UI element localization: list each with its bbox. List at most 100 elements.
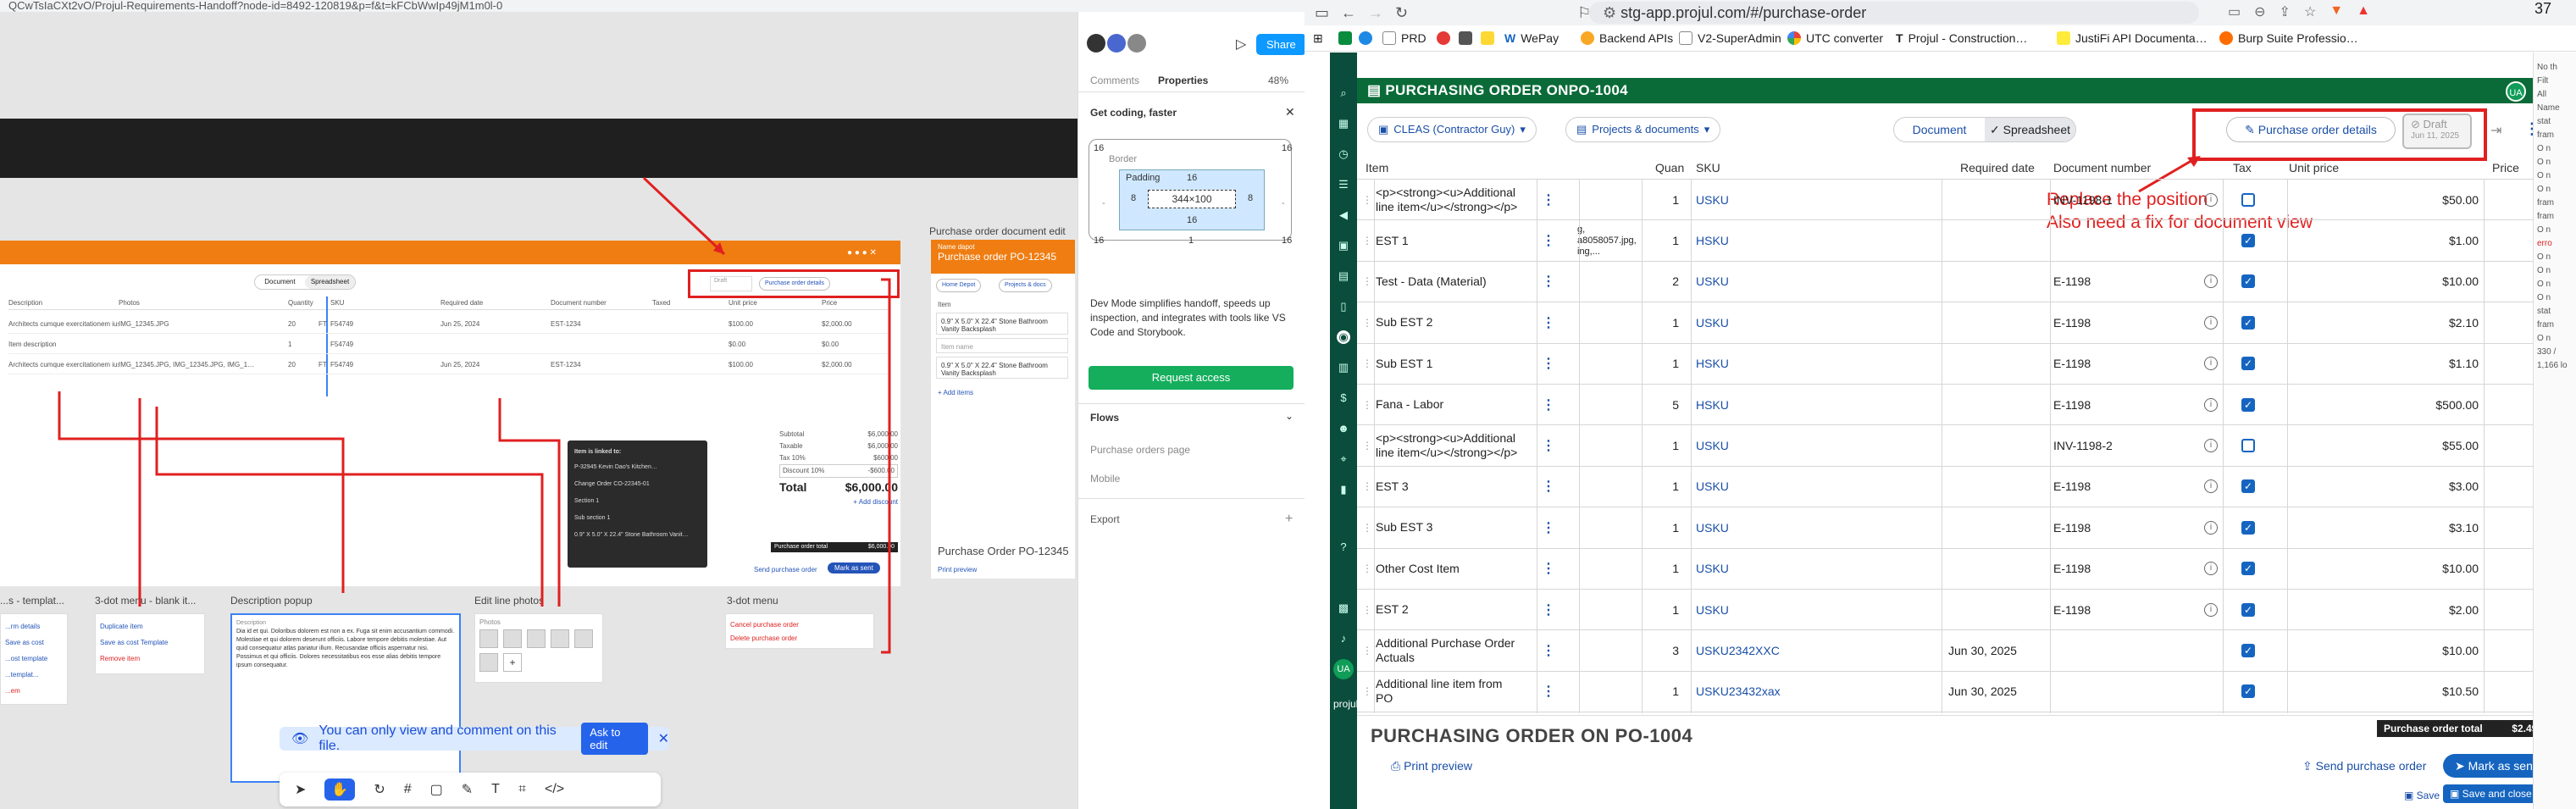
projects-documents-select[interactable]: ▤ Projects & documents ▾	[1565, 117, 1721, 142]
side-list-item[interactable]: fram	[2537, 197, 2568, 210]
item-document-number[interactable]	[2053, 672, 2197, 712]
col-document-number[interactable]: Document number	[2053, 161, 2151, 175]
bookmark-justifi[interactable]: JustiFi API Documenta…	[2057, 31, 2208, 45]
item-photos[interactable]	[1577, 549, 1645, 589]
item-unit-price[interactable]: $50.00	[2297, 180, 2479, 219]
item-unit-price[interactable]: $10.00	[2297, 630, 2479, 670]
info-icon[interactable]: i	[2204, 562, 2218, 576]
item-name[interactable]: <p><strong><u>Additional line item</u></…	[1376, 180, 1518, 219]
item-name[interactable]: Sub EST 1	[1376, 344, 1518, 384]
item-document-number[interactable]	[2053, 630, 2197, 670]
item-document-number[interactable]: E-1198	[2053, 344, 2197, 384]
map-icon[interactable]: ⌖	[1337, 452, 1350, 466]
item-document-number[interactable]: E-1198	[2053, 467, 2197, 507]
close-icon[interactable]: ✕	[1285, 105, 1295, 119]
pen-tool-icon[interactable]: ✎	[462, 781, 473, 798]
tax-checkbox[interactable]: ✓	[2241, 520, 2255, 535]
item-name[interactable]: Sub EST 2	[1376, 302, 1518, 342]
item-required-date[interactable]	[1948, 467, 2041, 507]
bookmark-projul[interactable]: T Projul - Construction…	[1896, 31, 2027, 45]
item-photos[interactable]	[1577, 344, 1645, 384]
brave-icon[interactable]: ▼	[2329, 3, 2343, 20]
bookmark-backend[interactable]: Backend APIs	[1581, 31, 1673, 45]
drag-handle-icon[interactable]: ⋮⋮	[1362, 385, 1372, 424]
side-list-item[interactable]: erro	[2537, 237, 2568, 251]
col-required-date[interactable]: Required date	[1960, 161, 2035, 175]
info-icon[interactable]: i	[2204, 479, 2218, 494]
close-icon[interactable]: ✕	[658, 730, 669, 747]
item-sku[interactable]: USKU	[1696, 507, 1916, 547]
drag-handle-icon[interactable]: ⋮⋮	[1362, 467, 1372, 507]
side-list-item[interactable]: fram	[2537, 210, 2568, 224]
item-document-number[interactable]: E-1198	[2053, 549, 2197, 589]
item-unit-price[interactable]: $10.00	[2297, 262, 2479, 302]
item-photos[interactable]	[1577, 425, 1645, 465]
info-icon[interactable]: i	[2204, 439, 2218, 453]
item-unit-price[interactable]: $10.50	[2297, 672, 2479, 712]
col-price[interactable]: Price	[2492, 161, 2519, 175]
item-document-number[interactable]: E-1198	[2053, 302, 2197, 342]
tax-checkbox[interactable]: ✓	[2241, 397, 2255, 412]
bookmark-wepay[interactable]: W WePay	[1504, 31, 1559, 45]
info-icon[interactable]: i	[2204, 397, 2218, 412]
side-list-item[interactable]: 1,166 lo	[2537, 359, 2568, 373]
bookmark-favicon[interactable]	[1338, 31, 1352, 45]
tab-properties[interactable]: Properties	[1158, 75, 1208, 86]
send-po-button[interactable]: ⇪ Send purchase order	[2302, 759, 2426, 773]
url-bar[interactable]: ⚙ stg-app.projul.com/#/purchase-order	[1589, 2, 2199, 24]
item-quantity[interactable]: 3	[1645, 630, 1679, 670]
side-list-item[interactable]: O n	[2537, 183, 2568, 197]
save-close-button[interactable]: ▣ Save and close	[2443, 784, 2539, 803]
item-name[interactable]: Sub EST 3	[1376, 507, 1518, 547]
item-required-date[interactable]	[1948, 549, 2041, 589]
row-menu-icon[interactable]: ⋮	[1542, 672, 1554, 712]
item-sku[interactable]: USKU	[1696, 425, 1916, 465]
status-badge[interactable]: ⊘ Draft Jun 11, 2025	[2402, 114, 2472, 149]
row-menu-icon[interactable]: ⋮	[1542, 220, 1554, 260]
row-menu-icon[interactable]: ⋮	[1542, 425, 1554, 465]
item-sku[interactable]: USKU	[1696, 590, 1916, 629]
item-name[interactable]: Additional line item from PO	[1376, 672, 1518, 712]
row-menu-icon[interactable]: ⋮	[1542, 302, 1554, 342]
bell-icon[interactable]: ♪	[1337, 632, 1350, 646]
item-document-number[interactable]: E-1198	[2053, 507, 2197, 547]
col-tax[interactable]: Tax	[2233, 161, 2252, 175]
cast-icon[interactable]: ▭	[2228, 3, 2241, 20]
row-menu-icon[interactable]: ⋮	[1542, 467, 1554, 507]
item-required-date[interactable]	[1948, 180, 2041, 219]
megaphone-icon[interactable]: ◀	[1337, 208, 1350, 222]
info-icon[interactable]: i	[2204, 602, 2218, 617]
item-quantity[interactable]: 1	[1645, 590, 1679, 629]
item-name[interactable]: <p><strong><u>Additional line item</u></…	[1376, 425, 1518, 465]
play-icon[interactable]: ▷	[1236, 36, 1246, 53]
comment-tool-icon[interactable]: ↻	[374, 781, 385, 798]
share-button[interactable]: Share	[1256, 34, 1305, 55]
users-icon[interactable]: ☻	[1337, 422, 1350, 435]
apps-icon[interactable]: ⊞	[1313, 31, 1323, 46]
drag-handle-icon[interactable]: ⋮⋮	[1362, 302, 1372, 342]
move-tool-icon[interactable]: ➤	[295, 781, 306, 798]
item-document-number[interactable]: E-1198	[2053, 385, 2197, 424]
plus-icon[interactable]: +	[1285, 512, 1293, 527]
item-document-number[interactable]	[2053, 220, 2197, 260]
purchase-order-details-button[interactable]: ✎ Purchase order details	[2226, 117, 2396, 142]
chevron-down-icon[interactable]: ⌄	[1285, 410, 1294, 422]
row-menu-icon[interactable]: ⋮	[1542, 507, 1554, 547]
tab-comments[interactable]: Comments	[1090, 75, 1139, 86]
reload-icon[interactable]: ↻	[1395, 4, 1408, 22]
bookmark-utc[interactable]: UTC converter	[1787, 31, 1883, 45]
item-sku[interactable]: USKU	[1696, 549, 1916, 589]
item-required-date[interactable]	[1948, 344, 2041, 384]
side-list-item[interactable]: O n	[2537, 156, 2568, 169]
item-name[interactable]: Additional Purchase Order Actuals	[1376, 630, 1518, 670]
header-avatar[interactable]: UA	[2506, 81, 2526, 102]
item-photos[interactable]	[1577, 262, 1645, 302]
bookmark-burp[interactable]: Burp Suite Professio…	[2219, 31, 2358, 45]
clock-icon[interactable]: ◷	[1337, 147, 1350, 161]
item-quantity[interactable]: 1	[1645, 344, 1679, 384]
side-list-item[interactable]: O n	[2537, 332, 2568, 346]
item-sku[interactable]: HSKU	[1696, 220, 1916, 260]
bookmark-favicon[interactable]	[1481, 31, 1494, 45]
side-list-item[interactable]: fram	[2537, 319, 2568, 332]
row-menu-icon[interactable]: ⋮	[1542, 344, 1554, 384]
